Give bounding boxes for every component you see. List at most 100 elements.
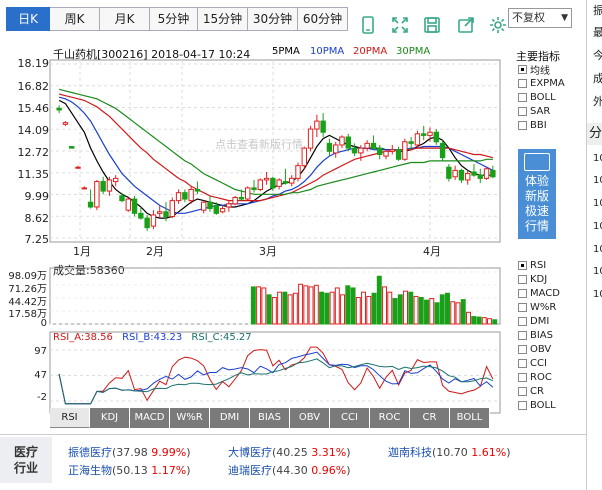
checkbox[interactable] [518,275,527,284]
tab-kdj[interactable]: KDJ [90,408,130,428]
candle-body [370,142,377,149]
tab-monthly-k[interactable]: 月K [100,7,150,31]
industry-stock[interactable]: 正海生物(50.13 1.17%) [68,462,191,478]
volume-bar [313,284,319,325]
industry-stock[interactable]: 迪瑞医疗(44.30 0.96%) [228,462,351,478]
volume-bar [371,292,377,325]
industry-stock[interactable]: 振德医疗(37.98 9.99%) [68,444,191,460]
volume-bar [292,292,298,325]
candle-body [169,200,175,218]
checkbox[interactable] [518,401,527,410]
tab-bias[interactable]: BIAS [250,408,290,428]
candle-body [314,120,320,130]
checkbox[interactable] [518,359,527,368]
volume-bar [303,285,309,325]
quote-side-panel: 振 最 今 成 外 分 10 10 10 10 10 10 10 [586,0,602,490]
opt-roc[interactable]: ROC [518,371,552,384]
rsi-line-a [58,346,494,405]
volume-bar [471,316,477,325]
tab-30min[interactable]: 30分钟 [248,7,298,31]
opt-rsi[interactable]: RSI [518,259,546,272]
volume-bar [324,292,330,325]
opt-boll[interactable]: BOLL [518,91,556,104]
candle-body [452,169,458,178]
candle-body [395,149,402,160]
opt-boll-sub[interactable]: BOLL [518,399,556,412]
checkbox[interactable] [518,303,527,312]
candle-body [446,166,452,179]
checkbox[interactable] [518,65,527,74]
tab-15min[interactable]: 15分钟 [198,7,248,31]
checkbox[interactable] [518,121,527,130]
volume-bar [481,317,487,325]
checkbox[interactable] [518,93,527,102]
candle-body [433,131,439,143]
checkbox[interactable] [518,317,527,326]
phone-icon[interactable] [358,15,378,35]
industry-label: 医疗 行业 [0,437,52,483]
industry-stock[interactable]: 迦南科技(10.70 1.61%) [388,444,511,460]
candle-body [377,147,383,155]
period-tabs: 日K 周K 月K 5分钟 15分钟 30分钟 60分钟 [6,7,348,31]
share-icon[interactable] [456,15,476,35]
opt-obv[interactable]: OBV [518,343,551,356]
opt-macd[interactable]: MACD [518,287,560,300]
checkbox[interactable] [518,107,527,116]
kline-chart[interactable]: 点击查看新版行情 [49,50,510,430]
tab-wr[interactable]: W%R [170,408,210,428]
checkbox[interactable] [518,373,527,382]
tab-5min[interactable]: 5分钟 [150,7,198,31]
tab-macd[interactable]: MACD [130,408,170,428]
volume-bar [334,287,340,325]
settings-icon[interactable] [488,15,508,35]
volume-bar [387,291,393,325]
fullscreen-icon[interactable] [390,15,410,35]
fuquan-selected: 不复权 [512,11,545,24]
volume-bar [418,296,424,325]
chevron-down-icon: ▼ [561,13,568,23]
candle-body [483,168,490,179]
industry-stock[interactable]: 大博医疗(40.25 3.31%) [228,444,351,460]
tab-cci[interactable]: CCI [330,408,370,428]
tab-60min[interactable]: 60分钟 [298,7,348,31]
tab-boll[interactable]: BOLL [450,408,490,428]
checkbox[interactable] [518,331,527,340]
opt-dmi[interactable]: DMI [518,315,549,328]
volume-bar [492,319,498,325]
checkbox[interactable] [518,261,527,270]
tab-cr[interactable]: CR [410,408,450,428]
checkbox[interactable] [518,387,527,396]
opt-cci[interactable]: CCI [518,357,547,370]
volume-bar [271,296,277,325]
candle-body [81,187,87,190]
volume-bar [476,316,482,325]
tab-rsi[interactable]: RSI [50,408,90,428]
opt-bbi[interactable]: BBI [518,119,547,132]
fuquan-select[interactable]: 不复权 ▼ [508,8,572,28]
candle-body [131,198,138,214]
checkbox[interactable] [518,289,527,298]
opt-bias[interactable]: BIAS [518,329,553,342]
tab-obv[interactable]: OBV [290,408,330,428]
candle-body [175,192,182,202]
candle-body [201,201,207,211]
checkbox[interactable] [518,79,527,88]
opt-kdj[interactable]: KDJ [518,273,547,286]
opt-ma[interactable]: 均线 [518,63,550,77]
opt-wr[interactable]: W%R [518,301,556,314]
candle-body [477,174,483,179]
save-icon[interactable] [422,15,442,35]
volume-bar [466,311,471,325]
tab-dmi[interactable]: DMI [210,408,250,428]
tab-daily-k[interactable]: 日K [6,7,50,31]
tab-weekly-k[interactable]: 周K [50,7,100,31]
price-tick: 9.99 [24,190,50,203]
checkbox[interactable] [518,345,527,354]
candle-body [94,181,100,208]
candle-body [75,166,81,169]
opt-cr[interactable]: CR [518,385,544,398]
opt-expma[interactable]: EXPMA [518,77,565,90]
new-version-promo[interactable]: 体验 新版 极速 行情 [518,149,556,239]
opt-sar[interactable]: SAR [518,105,550,118]
tab-roc[interactable]: ROC [370,408,410,428]
